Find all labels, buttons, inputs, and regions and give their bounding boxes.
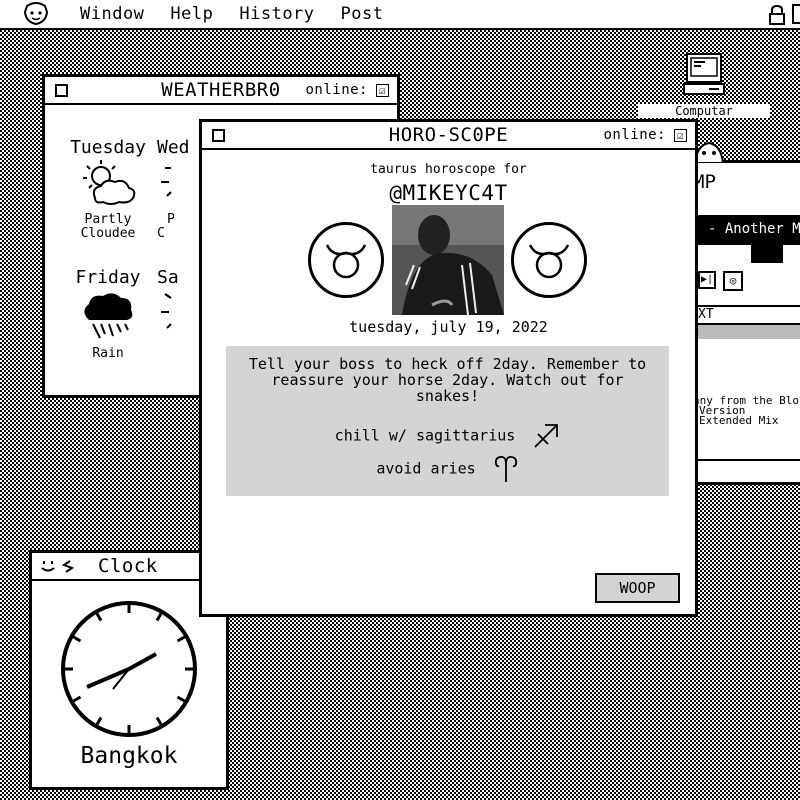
horoscope-online-checkbox[interactable]: ☑: [674, 128, 687, 142]
playlist-line: Extended Mix: [699, 414, 779, 427]
menu-help[interactable]: Help: [170, 4, 213, 24]
weather-condition: Partly Cloudee: [80, 212, 136, 241]
desktop-icon-computer[interactable]: Computar: [638, 52, 770, 118]
horoscope-titlebar[interactable]: HORO-SC0PE online: ☑: [202, 122, 695, 150]
sun-icon: [161, 167, 172, 197]
clock-title: Clock: [98, 555, 158, 577]
horoscope-message: Tell your boss to heck off 2day. Remembe…: [248, 355, 647, 405]
clock-titlebar[interactable]: Clock: [32, 553, 226, 581]
weather-close-button[interactable]: [55, 84, 68, 97]
horoscope-window: HORO-SC0PE online: ☑ taurus horoscope fo…: [199, 119, 698, 617]
weather-day-name: Friday: [75, 267, 141, 288]
taurus-sign-icon: [511, 222, 587, 298]
horoscope-online-label: online:: [603, 127, 666, 143]
weather-day-name: Sa: [157, 267, 179, 288]
avoid-sign: avoid aries: [226, 454, 669, 484]
horoscope-close-button[interactable]: [212, 129, 225, 142]
weather-online-label: online:: [305, 82, 368, 98]
weather-day-friday: Friday Rain: [63, 267, 153, 361]
woop-button[interactable]: WOOP: [595, 573, 680, 603]
rain-icon: [84, 293, 133, 339]
partly-cloudy-icon: [83, 160, 136, 205]
menu-bar: Window Help History Post: [0, 0, 800, 30]
clock-face-icon[interactable]: [40, 559, 80, 575]
lock-icon[interactable]: [768, 5, 786, 25]
compatible-sign-label: chill w/ sagittarius: [334, 426, 516, 445]
desktop-icon-label: Computar: [638, 104, 770, 118]
weather-day-tuesday: Tuesday Partly Cloudee: [63, 137, 153, 241]
menu-history[interactable]: History: [239, 4, 314, 24]
horoscope-date: tuesday, july 19, 2022: [349, 318, 548, 336]
weather-condition: Rain: [92, 346, 124, 361]
next-track-button[interactable]: ▶|: [698, 271, 716, 289]
sun-icon: [161, 293, 172, 329]
visualizer-button[interactable]: ◎: [723, 271, 743, 291]
app-logo-icon[interactable]: [22, 2, 50, 26]
weather-online-checkbox[interactable]: ☑: [376, 83, 389, 97]
playlist-list[interactable]: nny from the Blo Version Extended Mix: [693, 395, 799, 427]
clock-city: Bangkok: [80, 743, 178, 769]
weather-day-name: Tuesday: [70, 137, 146, 158]
profile-photo: [392, 205, 504, 315]
weather-online-status: online: ☑: [305, 82, 389, 98]
weather-day-saturday: Sa: [157, 267, 197, 343]
menu-post[interactable]: Post: [341, 4, 384, 24]
sagittarius-icon: [534, 424, 559, 448]
analog-clock: [61, 601, 197, 737]
horoscope-title: HORO-SC0PE: [388, 124, 509, 146]
horoscope-reading: Tell your boss to heck off 2day. Remembe…: [226, 346, 669, 496]
volume-slider-handle[interactable]: [751, 245, 783, 263]
menu-window[interactable]: Window: [80, 4, 144, 24]
horoscope-subtitle: taurus horoscope for: [370, 162, 527, 177]
weather-day-wednesday: Wed P C: [157, 137, 197, 241]
compatible-sign: chill w/ sagittarius: [226, 422, 669, 450]
weather-titlebar[interactable]: WEATHERBR0 online: ☑: [45, 77, 397, 105]
weather-condition: P C: [157, 212, 175, 241]
avoid-sign-label: avoid aries: [376, 459, 476, 478]
taurus-sign-icon: [308, 222, 384, 298]
menubar-corner: [792, 4, 800, 24]
user-handle[interactable]: @MIKEYC4T: [202, 181, 695, 205]
computer-icon: [683, 53, 725, 95]
aries-icon: [494, 455, 517, 482]
weather-title: WEATHERBR0: [161, 79, 281, 101]
weather-day-name: Wed: [157, 137, 190, 158]
horoscope-online-status: online: ☑: [603, 127, 687, 143]
